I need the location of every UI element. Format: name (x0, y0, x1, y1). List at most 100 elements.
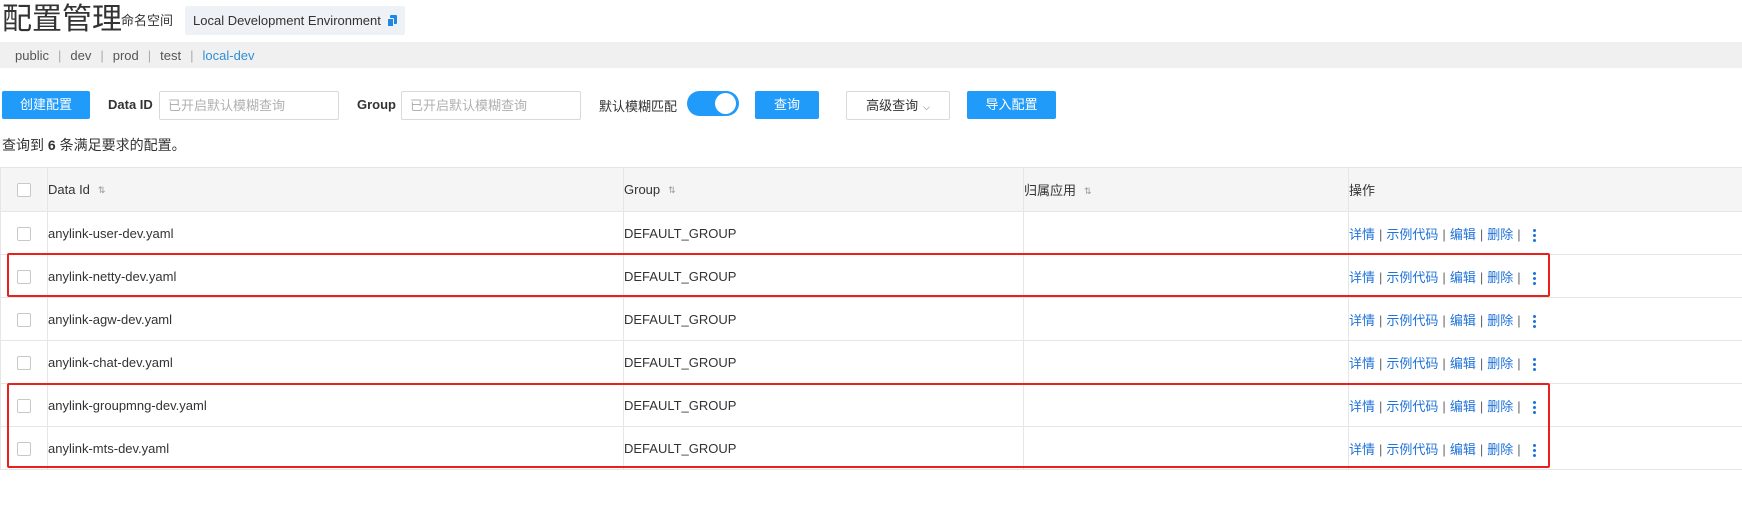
fuzzy-match-toggle[interactable] (687, 91, 739, 116)
table-row: anylink-mts-dev.yaml DEFAULT_GROUP 详情 | 示例代码… (0, 426, 1742, 470)
delete-link[interactable]: 删除 (1487, 399, 1513, 414)
edit-link[interactable]: 编辑 (1450, 313, 1476, 328)
column-label: 归属应用 (1024, 183, 1077, 198)
cell-actions: 详情 | 示例代码 | 编辑 | 删除 | (1348, 211, 1742, 255)
delete-link[interactable]: 删除 (1487, 442, 1513, 457)
namespace-tab-public[interactable]: public (15, 48, 49, 63)
row-checkbox[interactable] (17, 312, 31, 327)
tab-separator: | (100, 47, 104, 63)
edit-link[interactable]: 编辑 (1450, 356, 1476, 371)
row-checkbox[interactable] (17, 269, 31, 284)
row-select-cell (0, 297, 48, 341)
namespace-tab-prod[interactable]: prod (113, 48, 139, 63)
row-checkbox[interactable] (17, 355, 31, 370)
tab-separator: | (57, 47, 62, 63)
column-header-data-id[interactable]: Data Id ⇅ (47, 167, 624, 212)
cell-group: DEFAULT_GROUP (623, 426, 1024, 470)
detail-link[interactable]: 详情 (1349, 227, 1375, 242)
edit-link[interactable]: 编辑 (1450, 442, 1476, 457)
cell-app (1023, 340, 1349, 384)
sample-code-link[interactable]: 示例代码 (1386, 442, 1438, 457)
sample-code-link[interactable]: 示例代码 (1386, 270, 1438, 285)
more-vertical-icon[interactable] (1532, 271, 1536, 285)
action-separator: | (1379, 226, 1383, 242)
tab-separator: | (147, 47, 152, 63)
config-table: Data Id ⇅ Group ⇅ 归属应用 ⇅ 操作 anylink-user-de… (0, 167, 1742, 470)
action-separator: | (1517, 312, 1521, 328)
table-row: anylink-chat-dev.yaml DEFAULT_GROUP 详情 | 示例代… (0, 340, 1742, 384)
delete-link[interactable]: 删除 (1487, 313, 1513, 328)
sort-icon[interactable]: ⇅ (1084, 186, 1092, 197)
action-separator: | (1479, 441, 1484, 457)
cell-actions: 详情 | 示例代码 | 编辑 | 删除 | (1348, 383, 1742, 427)
row-checkbox[interactable] (17, 398, 31, 413)
edit-link[interactable]: 编辑 (1450, 399, 1476, 414)
advanced-query-button[interactable]: 高级查询 ⌵ (846, 91, 950, 120)
select-all-checkbox[interactable] (17, 183, 31, 198)
sample-code-link[interactable]: 示例代码 (1386, 399, 1438, 414)
edit-link[interactable]: 编辑 (1450, 227, 1476, 242)
action-separator: | (1442, 269, 1446, 285)
more-vertical-icon[interactable] (1532, 357, 1536, 371)
sort-icon[interactable]: ⇅ (668, 185, 676, 196)
action-separator: | (1479, 226, 1484, 242)
action-separator: | (1442, 355, 1446, 371)
cell-app (1023, 426, 1349, 470)
create-config-button[interactable]: 创建配置 (2, 91, 90, 119)
edit-link[interactable]: 编辑 (1450, 270, 1476, 285)
more-vertical-icon[interactable] (1532, 443, 1536, 457)
summary-count: 6 (47, 137, 56, 153)
cell-actions: 详情 | 示例代码 | 编辑 | 删除 | (1348, 297, 1742, 341)
namespace-tab-dev[interactable]: dev (70, 48, 91, 63)
row-checkbox[interactable] (17, 441, 31, 456)
group-input[interactable] (401, 91, 581, 120)
detail-link[interactable]: 详情 (1349, 313, 1375, 328)
sort-icon[interactable]: ⇅ (98, 185, 106, 196)
column-header-group[interactable]: Group ⇅ (623, 167, 1024, 212)
group-label: Group (357, 97, 396, 112)
detail-link[interactable]: 详情 (1349, 442, 1375, 457)
cell-actions: 详情 | 示例代码 | 编辑 | 删除 | (1348, 426, 1742, 470)
table-row: anylink-agw-dev.yaml DEFAULT_GROUP 详情 | 示例代码… (0, 297, 1742, 341)
dataid-input[interactable] (159, 91, 339, 120)
action-separator: | (1379, 441, 1383, 457)
table-header-row: Data Id ⇅ Group ⇅ 归属应用 ⇅ 操作 (0, 167, 1742, 212)
detail-link[interactable]: 详情 (1349, 356, 1375, 371)
detail-link[interactable]: 详情 (1349, 399, 1375, 414)
more-vertical-icon[interactable] (1532, 314, 1536, 328)
cell-group: DEFAULT_GROUP (623, 297, 1024, 341)
action-separator: | (1442, 226, 1446, 242)
sample-code-link[interactable]: 示例代码 (1386, 356, 1438, 371)
chevron-down-icon: ⌵ (923, 102, 930, 112)
column-header-app[interactable]: 归属应用 ⇅ (1023, 167, 1349, 212)
column-header-actions: 操作 (1348, 167, 1742, 212)
cell-data-id: anylink-mts-dev.yaml (47, 426, 624, 470)
delete-link[interactable]: 删除 (1487, 356, 1513, 371)
import-config-button[interactable]: 导入配置 (967, 91, 1056, 119)
detail-link[interactable]: 详情 (1349, 270, 1375, 285)
summary-prefix: 查询到 (2, 137, 44, 153)
select-all-cell (0, 167, 48, 212)
row-checkbox[interactable] (17, 226, 31, 241)
copy-icon[interactable] (386, 14, 397, 27)
cell-data-id: anylink-chat-dev.yaml (47, 340, 624, 384)
advanced-query-label: 高级查询 (866, 98, 919, 113)
action-separator: | (1442, 312, 1446, 328)
more-vertical-icon[interactable] (1532, 228, 1536, 242)
action-separator: | (1517, 355, 1521, 371)
cell-data-id: anylink-agw-dev.yaml (47, 297, 624, 341)
sample-code-link[interactable]: 示例代码 (1386, 227, 1438, 242)
cell-group: DEFAULT_GROUP (623, 383, 1024, 427)
fuzzy-match-label: 默认模糊匹配 (599, 99, 678, 114)
more-vertical-icon[interactable] (1532, 400, 1536, 414)
column-label: Data Id (48, 182, 90, 197)
namespace-tab-local-dev[interactable]: local-dev (203, 48, 255, 63)
sample-code-link[interactable]: 示例代码 (1386, 313, 1438, 328)
action-separator: | (1517, 441, 1521, 457)
query-button[interactable]: 查询 (755, 91, 819, 119)
namespace-tab-test[interactable]: test (160, 48, 181, 63)
cell-data-id: anylink-user-dev.yaml (47, 211, 624, 255)
delete-link[interactable]: 删除 (1487, 270, 1513, 285)
cell-data-id: anylink-groupmng-dev.yaml (47, 383, 624, 427)
delete-link[interactable]: 删除 (1487, 227, 1513, 242)
